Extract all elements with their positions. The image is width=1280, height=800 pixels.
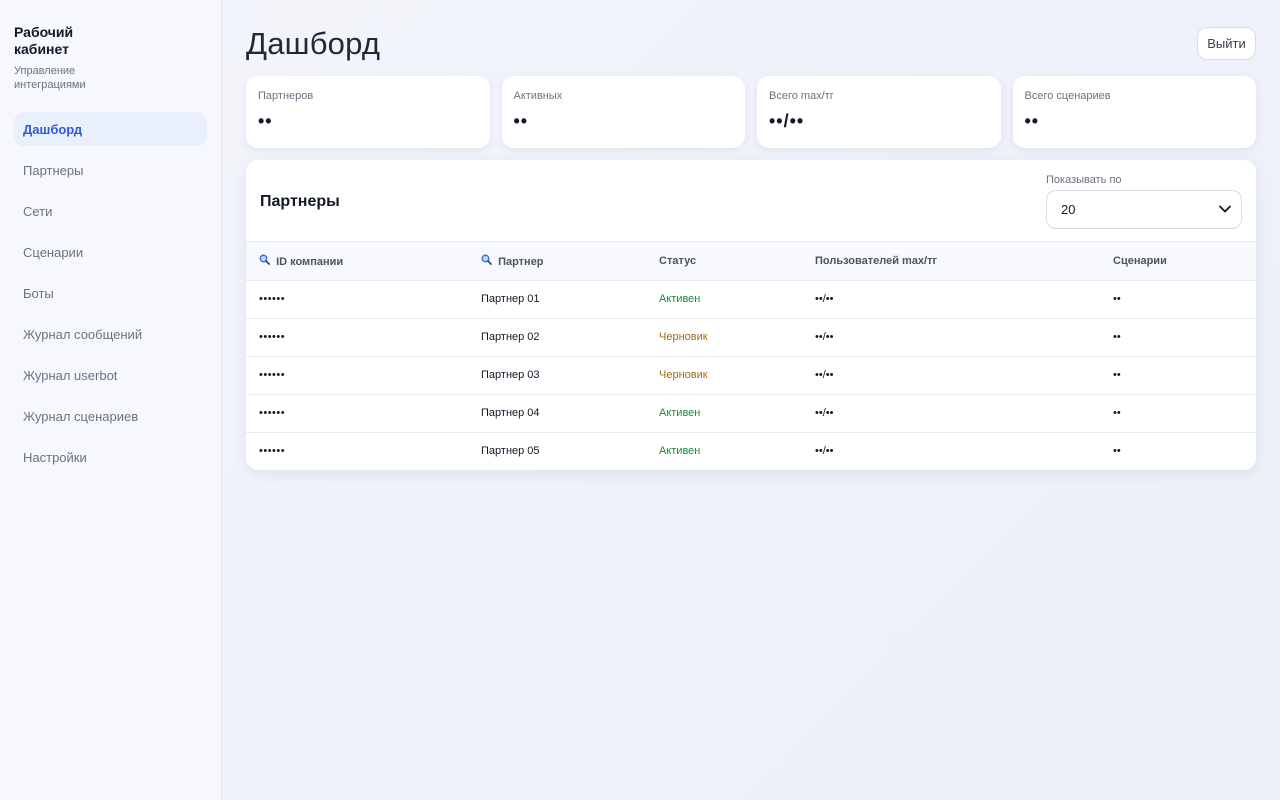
table-row[interactable]: •••••• Партнер 01 Активен ••/•• •• — [246, 280, 1256, 319]
sidebar-item-scenarios[interactable]: Сценарии — [14, 235, 207, 269]
cell-partner: Партнер 02 — [468, 318, 646, 357]
cell-users: ••/•• — [802, 318, 1100, 357]
stat-value: •• — [1024, 111, 1040, 131]
stat-label: Активных — [513, 90, 563, 102]
cell-company-id: •••••• — [259, 445, 286, 458]
table-header-row: ID компании Партнер Статус Пользователей… — [246, 242, 1256, 281]
cell-company-id: •••••• — [246, 318, 468, 357]
per-page-label: Показывать по — [1046, 174, 1122, 186]
sidebar-nav: Дашборд Партнеры Сети Сценарии Боты Журн… — [14, 112, 207, 474]
column-label: Партнер — [498, 255, 544, 268]
stat-card-active: Активных •• — [501, 76, 745, 148]
brand-title: Рабочий кабинет — [14, 24, 74, 57]
page-header: Дашборд Выйти — [246, 0, 1256, 76]
column-label: ID компании — [276, 255, 344, 268]
stat-value: •• — [258, 111, 273, 131]
cell-users: ••/•• — [815, 445, 834, 458]
partners-table: ID компании Партнер Статус Пользователей… — [246, 242, 1256, 470]
cell-company-id: •••••• — [246, 394, 468, 433]
brand-subtitle: Управление интеграциями — [14, 65, 86, 91]
cell-scenarios: •• — [1100, 280, 1256, 319]
cell-status: Активен — [646, 280, 802, 319]
partners-table-card: Партнеры Показывать по 20 ID компании Па… — [246, 160, 1256, 470]
stat-label: Партнеров — [258, 90, 314, 102]
magnifier-icon[interactable] — [481, 254, 495, 268]
per-page-value: 20 — [1061, 202, 1076, 217]
cell-scenarios: •• — [1100, 318, 1256, 357]
column-header-status: Статус — [646, 242, 802, 281]
table-row[interactable]: •••••• Партнер 04 Активен ••/•• •• — [246, 394, 1256, 433]
cell-partner: Партнер 05 — [481, 445, 540, 458]
cell-partner: Партнер 03 — [468, 356, 646, 395]
cell-scenarios: •• — [1100, 356, 1256, 395]
magnifier-icon[interactable] — [259, 254, 273, 268]
chevron-down-icon — [1219, 204, 1231, 216]
per-page-select[interactable]: 20 — [1046, 190, 1242, 229]
sidebar-item-bots[interactable]: Боты — [14, 276, 207, 310]
stats-row: Партнеров •• Активных •• Всего max/тг ••… — [246, 76, 1256, 148]
logout-button[interactable]: Выйти — [1197, 27, 1256, 60]
stat-card-max-tg: Всего max/тг ••/•• — [757, 76, 1001, 148]
page-title: Дашборд — [246, 26, 381, 61]
cell-status: Активен — [646, 394, 802, 433]
cell-scenarios: •• — [1100, 394, 1256, 433]
stat-value: •• — [513, 111, 529, 131]
column-header-partner[interactable]: Партнер — [468, 242, 646, 281]
sidebar-item-networks[interactable]: Сети — [14, 194, 207, 228]
cell-scenarios: •• — [1113, 445, 1121, 458]
sidebar-item-partners[interactable]: Партнеры — [14, 153, 207, 187]
cell-company-id: •••••• — [246, 356, 468, 395]
table-row[interactable]: •••••• Партнер 05 Активен ••/•• •• — [246, 432, 1256, 470]
table-toolbar: Партнеры Показывать по 20 — [246, 160, 1256, 242]
stat-card-scenarios: Всего сценариев •• — [1012, 76, 1256, 148]
table-row[interactable]: •••••• Партнер 02 Черновик ••/•• •• — [246, 318, 1256, 357]
stat-value: ••/•• — [769, 111, 805, 131]
column-header-users: Пользователей max/тг — [802, 242, 1100, 281]
main-content: Дашборд Выйти Партнеров •• Активных •• В… — [246, 0, 1256, 470]
sidebar-item-message-log[interactable]: Журнал сообщений — [14, 317, 207, 351]
cell-status: Черновик — [646, 356, 802, 395]
cell-status: Черновик — [646, 318, 802, 357]
cell-status: Активен — [659, 445, 701, 458]
section-title: Партнеры — [260, 193, 340, 210]
stat-label: Всего max/тг — [769, 90, 834, 102]
cell-users: ••/•• — [802, 394, 1100, 433]
sidebar-item-dashboard[interactable]: Дашборд — [14, 112, 207, 146]
table-row[interactable]: •••••• Партнер 03 Черновик ••/•• •• — [246, 356, 1256, 395]
sidebar-item-scenario-log[interactable]: Журнал сценариев — [14, 399, 207, 433]
cell-users: ••/•• — [802, 356, 1100, 395]
sidebar: Рабочий кабинет Управление интеграциями … — [0, 0, 222, 800]
sidebar-item-userbot-log[interactable]: Журнал userbot — [14, 358, 207, 392]
stat-card-partners: Партнеров •• — [246, 76, 490, 148]
column-header-scenarios: Сценарии — [1100, 242, 1256, 281]
cell-company-id: •••••• — [246, 280, 468, 319]
cell-partner: Партнер 04 — [468, 394, 646, 433]
sidebar-item-settings[interactable]: Настройки — [14, 440, 207, 474]
cell-partner: Партнер 01 — [468, 280, 646, 319]
column-header-company-id[interactable]: ID компании — [246, 242, 468, 281]
stat-label: Всего сценариев — [1024, 90, 1111, 102]
cell-users: ••/•• — [802, 280, 1100, 319]
